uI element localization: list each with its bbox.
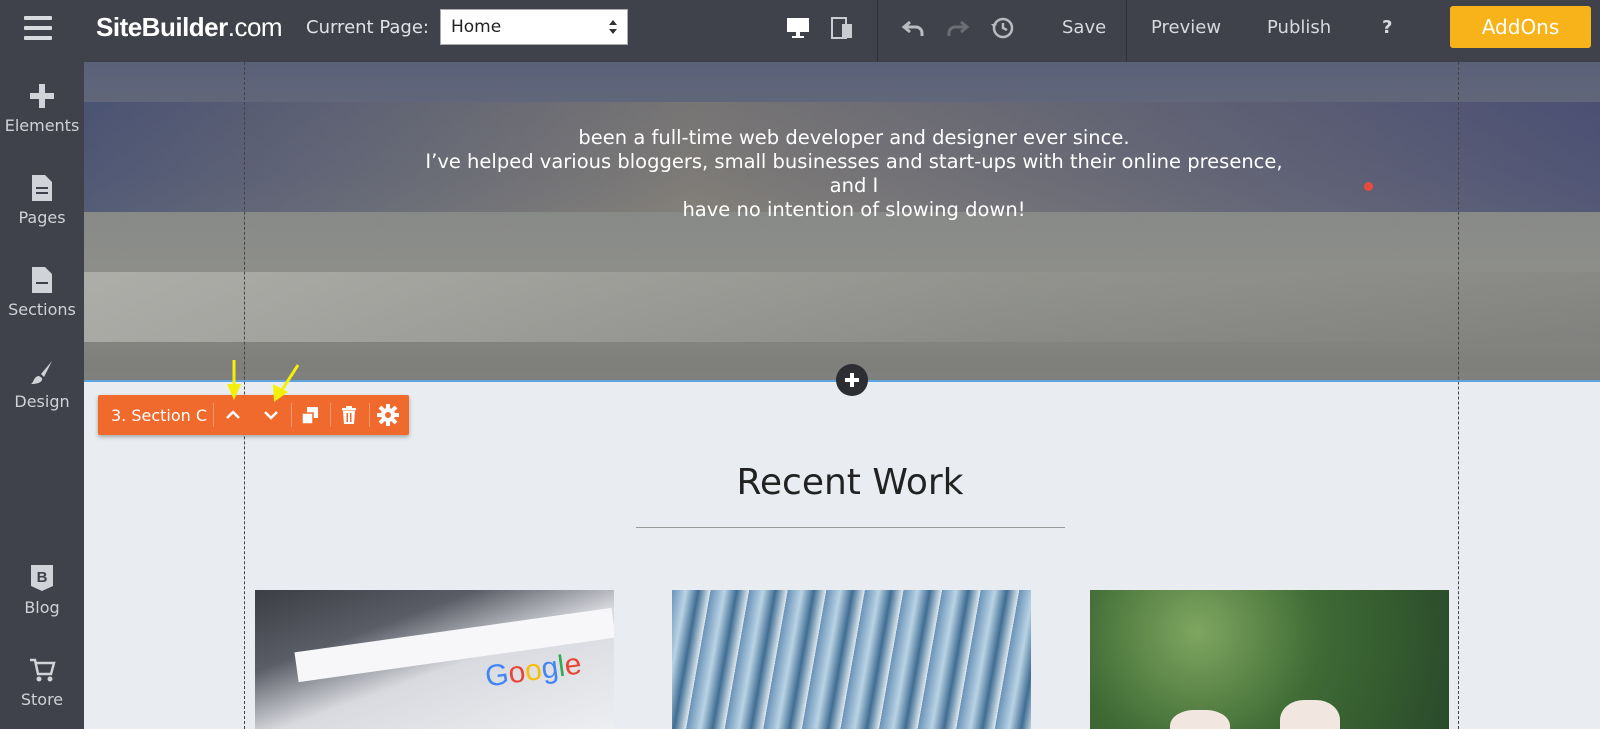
hero-text-line: I’ve helped various bloggers, small busi…: [425, 150, 1283, 197]
hand-shape: [1170, 710, 1230, 729]
toolbar-separator: [1126, 0, 1127, 62]
section-heading[interactable]: Recent Work: [640, 462, 1060, 503]
move-up-button[interactable]: [218, 400, 248, 430]
sidebar-item-label: Elements: [4, 116, 80, 135]
hero-section[interactable]: been a full-time web developer and desig…: [84, 62, 1600, 380]
trash-icon[interactable]: [334, 400, 364, 430]
portfolio-image-building[interactable]: [672, 590, 1031, 729]
gear-icon[interactable]: [373, 400, 403, 430]
sidebar-item-label: Store: [20, 690, 64, 709]
current-page-label: Current Page:: [306, 17, 429, 38]
sidebar-item-blog[interactable]: B Blog: [0, 564, 84, 617]
content-guide-right: [1458, 62, 1459, 729]
menu-icon[interactable]: [24, 16, 52, 40]
annotation-arrow: [227, 360, 241, 400]
section-toolbar: 3. Section C: [98, 395, 409, 435]
preview-button[interactable]: Preview: [1151, 17, 1221, 38]
current-page-select[interactable]: Home: [440, 9, 628, 45]
sidebar-item-label: Design: [14, 392, 70, 411]
brand-logo: SiteBuilder.com: [96, 12, 283, 43]
section-name[interactable]: 3. Section C: [111, 406, 207, 425]
toolbar-divider: [291, 403, 292, 427]
sidebar-item-sections[interactable]: Sections: [0, 266, 84, 319]
toolbar-divider: [369, 403, 370, 427]
top-toolbar: SiteBuilder.com Current Page: Home Save …: [0, 0, 1600, 62]
help-button[interactable]: ?: [1382, 17, 1392, 38]
save-button[interactable]: Save: [1062, 17, 1106, 38]
sidebar-item-elements[interactable]: Elements: [0, 82, 84, 135]
history-icon[interactable]: [988, 14, 1016, 42]
brand-suffix: .com: [227, 12, 283, 42]
sidebar-item-label: Pages: [18, 208, 66, 227]
publish-button[interactable]: Publish: [1267, 17, 1331, 38]
addons-button[interactable]: AddOns: [1450, 6, 1591, 48]
desktop-view-icon[interactable]: [784, 14, 812, 42]
mobile-view-icon[interactable]: [828, 14, 856, 42]
hero-paragraph[interactable]: been a full-time web developer and desig…: [404, 66, 1304, 222]
plus-icon: [30, 84, 54, 108]
hero-background: [84, 272, 1600, 342]
move-down-button[interactable]: [256, 400, 286, 430]
hero-text-line: have no intention of slowing down!: [682, 198, 1026, 221]
portfolio-image-hands[interactable]: [1090, 590, 1449, 729]
sidebar-item-pages[interactable]: Pages: [0, 174, 84, 227]
select-arrows-icon: [609, 20, 617, 34]
undo-icon[interactable]: [900, 14, 928, 42]
toolbar-divider: [213, 403, 214, 427]
sidebar-item-store[interactable]: Store: [0, 656, 84, 709]
left-sidebar: Elements Pages Sections Design B Blog St…: [0, 62, 84, 729]
google-logo-text: Google: [483, 647, 584, 694]
cart-icon: [30, 658, 56, 682]
sidebar-item-label: Sections: [8, 300, 76, 319]
sections-icon: [32, 267, 52, 293]
hand-shape: [1280, 700, 1340, 729]
brush-icon: [31, 361, 52, 384]
sidebar-item-label: Blog: [24, 598, 60, 617]
duplicate-icon[interactable]: [295, 400, 325, 430]
status-dot: [1364, 182, 1373, 191]
brand-name: SiteBuilder: [96, 12, 228, 42]
hero-text-line: been a full-time web developer and desig…: [578, 126, 1130, 149]
svg-text:B: B: [37, 569, 48, 586]
annotation-arrow: [273, 364, 300, 402]
add-section-button[interactable]: [836, 364, 868, 396]
toolbar-separator: [877, 0, 878, 62]
heading-divider: [636, 527, 1065, 528]
blog-icon: B: [31, 565, 53, 591]
current-page-value: Home: [451, 17, 502, 37]
page-icon: [32, 175, 52, 201]
toolbar-divider: [330, 403, 331, 427]
redo-icon[interactable]: [943, 14, 971, 42]
sidebar-item-design[interactable]: Design: [0, 358, 84, 411]
portfolio-image-phone[interactable]: Google: [255, 590, 614, 729]
